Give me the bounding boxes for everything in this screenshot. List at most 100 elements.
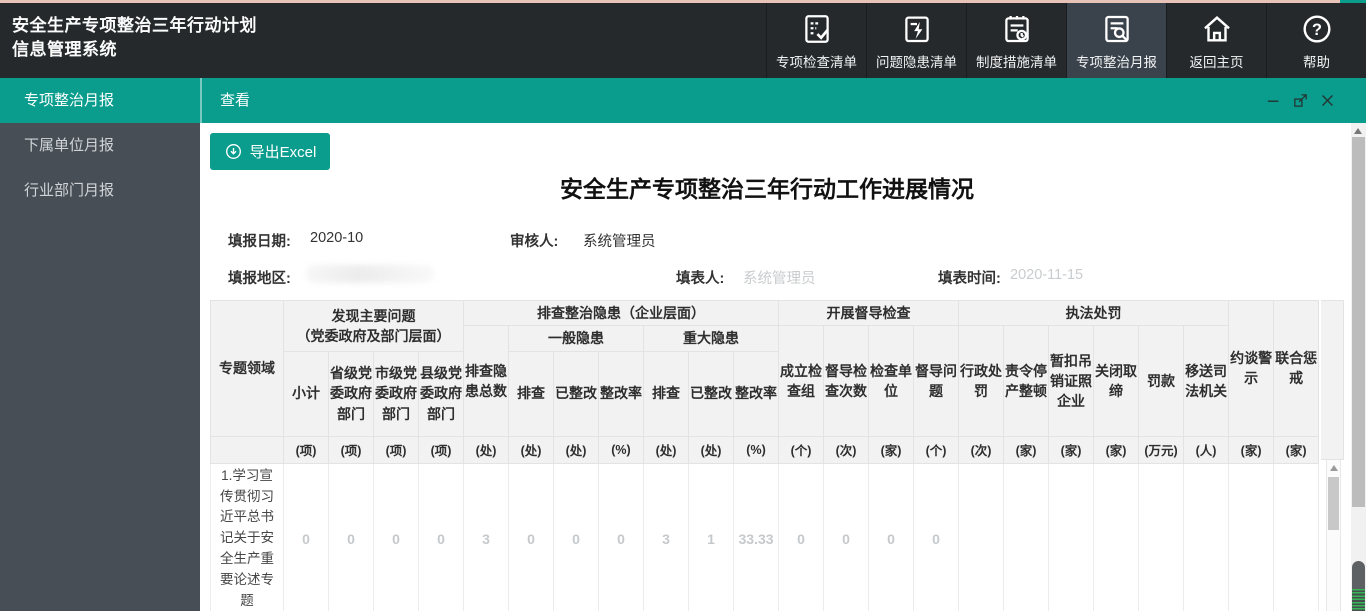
table-header-cell: 约谈警示 bbox=[1229, 301, 1274, 437]
sidebar-item-1[interactable]: 专项整治月报 bbox=[0, 78, 200, 123]
table-unit-cell: (项) bbox=[284, 436, 329, 463]
table-header-cell: 行政处罚 bbox=[959, 326, 1004, 436]
table-vertical-scrollbar[interactable] bbox=[1326, 460, 1341, 611]
topnav-item-label: 专项整治月报 bbox=[1076, 51, 1157, 71]
table-scrollbar-thumb[interactable] bbox=[1328, 477, 1339, 530]
value-cell: 0 bbox=[329, 463, 374, 611]
table-header-cell: 执法处罚 bbox=[959, 301, 1229, 326]
page-scrollbar-thumb[interactable] bbox=[1352, 137, 1365, 507]
green-stripes-indicator bbox=[1352, 589, 1365, 611]
table-header-cell: 一般隐患 bbox=[509, 326, 644, 351]
download-icon bbox=[224, 142, 243, 161]
table-header-cell: 整改率 bbox=[734, 351, 779, 436]
table-header-cell: 排查整治隐患（企业层面） bbox=[464, 301, 779, 326]
table-unit-cell: (项) bbox=[419, 436, 464, 463]
table-unit-cell: (个) bbox=[914, 436, 959, 463]
table-header-cell: 责令停产整顿 bbox=[1004, 326, 1049, 436]
table-unit-cell: (处) bbox=[554, 436, 599, 463]
monthly-report-icon bbox=[1100, 10, 1134, 46]
fill-time-value: 2020-11-15 bbox=[1010, 267, 1083, 283]
table-header-cell: 整改率 bbox=[599, 351, 644, 436]
table-header-cell: 县级党委政府部门 bbox=[419, 351, 464, 436]
value-cell: 0 bbox=[824, 463, 869, 611]
topnav-item-help[interactable]: ?帮助 bbox=[1266, 3, 1366, 78]
table-body: 1.学习宣传贯彻习近平总书记关于安全生产重要论述专题000030003133.3… bbox=[211, 463, 1319, 611]
table-unit-cell: (万元) bbox=[1139, 436, 1184, 463]
export-excel-label: 导出Excel bbox=[250, 141, 317, 162]
page-scrollbar-dark-indicator[interactable] bbox=[1352, 561, 1365, 611]
table-head: 专题领域发现主要问题 （党委政府及部门层面）排查整治隐患（企业层面）开展督导检查… bbox=[211, 301, 1319, 464]
export-excel-button[interactable]: 导出Excel bbox=[210, 133, 330, 170]
table-header-cell: 移送司法机关 bbox=[1184, 326, 1229, 436]
table-header-cell: 督导问题 bbox=[914, 326, 959, 436]
table-header-cell: 排查 bbox=[644, 351, 689, 436]
value-cell: 33.33 bbox=[734, 463, 779, 611]
value-cell bbox=[959, 463, 1004, 611]
minimize-button[interactable] bbox=[1265, 92, 1282, 109]
value-cell: 0 bbox=[914, 463, 959, 611]
value-cell bbox=[1139, 463, 1184, 611]
table-unit-cell bbox=[211, 436, 284, 463]
page-scroll-up-arrow[interactable] bbox=[1354, 128, 1362, 134]
help-icon: ? bbox=[1300, 10, 1334, 46]
table-unit-cell: (家) bbox=[1274, 436, 1319, 463]
region-value-redacted bbox=[306, 265, 434, 283]
topnav-item-label: 专项检查清单 bbox=[776, 51, 857, 71]
topnav-item-label: 返回主页 bbox=[1190, 51, 1244, 71]
value-cell bbox=[1094, 463, 1139, 611]
table-unit-cell: (%) bbox=[734, 436, 779, 463]
topnav-item-measures-list[interactable]: 制度措施清单 bbox=[966, 3, 1066, 78]
table-unit-cell: (项) bbox=[374, 436, 419, 463]
table-scroll-up-arrow[interactable] bbox=[1330, 465, 1338, 471]
table-header-cell: 关闭取缔 bbox=[1094, 326, 1139, 436]
topic-cell: 1.学习宣传贯彻习近平总书记关于安全生产重要论述专题 bbox=[211, 463, 284, 611]
table-header-cell: 小计 bbox=[284, 351, 329, 436]
app-window: 安全生产专项整治三年行动计划 信息管理系统 专项检查清单问题隐患清单制度措施清单… bbox=[0, 0, 1366, 611]
table-unit-cell: (家) bbox=[1004, 436, 1049, 463]
main-content: 导出Excel 安全生产专项整治三年行动工作进展情况 填报日期: 2020-10… bbox=[200, 123, 1366, 611]
table-header-cell: 排查 bbox=[509, 351, 554, 436]
value-cell: 0 bbox=[374, 463, 419, 611]
table-header-cell: 市级党委政府部门 bbox=[374, 351, 419, 436]
close-button[interactable] bbox=[1319, 92, 1336, 109]
topnav-item-label: 问题隐患清单 bbox=[876, 51, 957, 71]
table-unit-cell: (家) bbox=[1049, 436, 1094, 463]
panel-title-bar: 查看 bbox=[200, 78, 1366, 123]
topnav-item-checklist[interactable]: 专项检查清单 bbox=[766, 3, 866, 78]
sidebar-item-3[interactable]: 行业部门月报 bbox=[0, 168, 200, 213]
table-unit-cell: (家) bbox=[1229, 436, 1274, 463]
table-header-cell: 排查隐患总数 bbox=[464, 326, 509, 436]
table-unit-cell: (处) bbox=[464, 436, 509, 463]
table-header-cell: 省级党委政府部门 bbox=[329, 351, 374, 436]
value-cell bbox=[1184, 463, 1229, 611]
table-unit-cell: (人) bbox=[1184, 436, 1229, 463]
page-vertical-scrollbar[interactable] bbox=[1351, 123, 1366, 611]
home-icon bbox=[1200, 10, 1234, 46]
value-cell: 0 bbox=[869, 463, 914, 611]
value-cell bbox=[1229, 463, 1274, 611]
table-unit-cell: (%) bbox=[599, 436, 644, 463]
sidebar-item-2[interactable]: 下属单位月报 bbox=[0, 123, 200, 168]
table-header-cell: 开展督导检查 bbox=[779, 301, 959, 326]
value-cell: 3 bbox=[644, 463, 689, 611]
topbar: 安全生产专项整治三年行动计划 信息管理系统 专项检查清单问题隐患清单制度措施清单… bbox=[0, 3, 1366, 78]
panel-title: 查看 bbox=[220, 78, 250, 123]
fill-time-label: 填表时间: bbox=[938, 267, 1001, 288]
fill-date-value: 2020-10 bbox=[310, 230, 363, 246]
value-cell: 0 bbox=[284, 463, 329, 611]
table-units-row: (项)(项)(项)(项)(处)(处)(处)(%)(处)(处)(%)(个)(次)(… bbox=[211, 436, 1319, 463]
hazard-list-icon bbox=[900, 10, 934, 46]
table-unit-cell: (处) bbox=[689, 436, 734, 463]
table-header-cell: 暂扣吊销证照企业 bbox=[1049, 326, 1094, 436]
topnav-item-hazard-list[interactable]: 问题隐患清单 bbox=[866, 3, 966, 78]
table-unit-cell: (家) bbox=[1094, 436, 1139, 463]
app-title-line2: 信息管理系统 bbox=[12, 38, 257, 62]
table-unit-cell: (家) bbox=[869, 436, 914, 463]
value-cell: 0 bbox=[554, 463, 599, 611]
table-row: 1.学习宣传贯彻习近平总书记关于安全生产重要论述专题000030003133.3… bbox=[211, 463, 1319, 611]
table-header-cell: 联合惩戒 bbox=[1274, 301, 1319, 437]
topnav: 专项检查清单问题隐患清单制度措施清单专项整治月报 返回主页 ?帮助 bbox=[766, 3, 1366, 78]
maximize-button[interactable] bbox=[1292, 92, 1309, 109]
topnav-item-home[interactable]: 返回主页 bbox=[1166, 3, 1266, 78]
topnav-item-monthly-report[interactable]: 专项整治月报 bbox=[1066, 3, 1166, 78]
